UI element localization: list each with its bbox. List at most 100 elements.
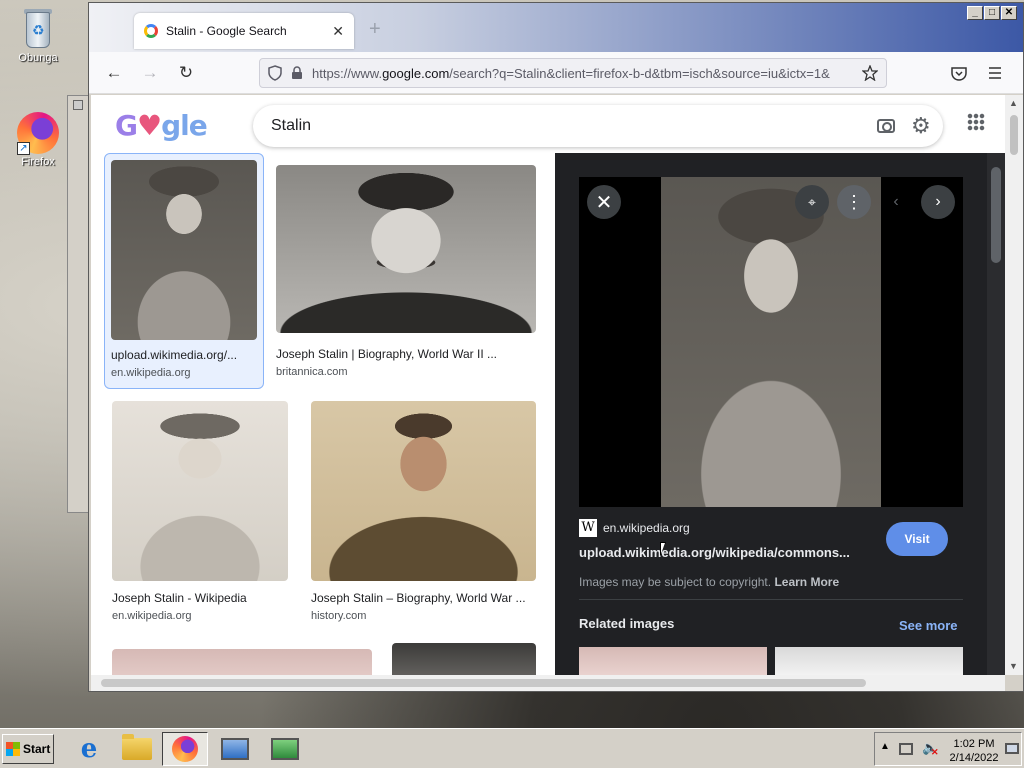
- maximize-button[interactable]: □: [984, 6, 1000, 20]
- scroll-up-icon[interactable]: ▲: [1009, 98, 1018, 108]
- result-caption[interactable]: Joseph Stalin - Wikipedia: [112, 591, 288, 605]
- desktop-icon-label: Firefox: [21, 156, 55, 168]
- bookmark-star-icon[interactable]: [862, 65, 878, 81]
- minimize-button[interactable]: _: [967, 6, 983, 20]
- result-thumbnail[interactable]: [392, 643, 536, 675]
- shortcut-arrow-icon: ↗: [17, 142, 30, 155]
- lens-search-icon[interactable]: ⌖: [795, 185, 829, 219]
- taskbar-control-panel[interactable]: [212, 732, 258, 766]
- start-button[interactable]: Start: [2, 734, 54, 764]
- image-result[interactable]: [112, 649, 372, 675]
- image-result[interactable]: Joseph Stalin - Wikipedia en.wikipedia.o…: [112, 401, 288, 622]
- result-source: britannica.com: [276, 366, 348, 378]
- more-options-button[interactable]: ⋮: [837, 185, 871, 219]
- navigation-bar: ← → ↻ https://www.google.com/search?q=St…: [89, 52, 1023, 94]
- forward-button[interactable]: →: [137, 60, 163, 86]
- preview-source-site[interactable]: W en.wikipedia.org: [579, 519, 690, 537]
- address-bar[interactable]: https://www.google.com/search?q=Stalin&c…: [259, 58, 887, 88]
- result-thumbnail[interactable]: [311, 401, 536, 581]
- preview-scrollbar[interactable]: [987, 153, 1005, 675]
- preview-title-link[interactable]: upload.wikimedia.org/wikipedia/commons..…: [579, 545, 875, 560]
- settings-gear-icon[interactable]: ⚙: [911, 113, 931, 139]
- result-source: history.com: [311, 610, 367, 622]
- windows-logo-icon: [6, 742, 20, 756]
- search-input[interactable]: Stalin: [253, 105, 943, 147]
- mouse-cursor: [660, 542, 672, 556]
- taskbar-internet-explorer[interactable]: e: [66, 732, 112, 766]
- url-text: https://www.google.com/search?q=Stalin&c…: [312, 65, 830, 81]
- scrollbar-thumb[interactable]: [101, 679, 866, 687]
- taskbar-firefox[interactable]: [162, 732, 208, 766]
- divider: [579, 599, 963, 600]
- taskbar-remote-desktop[interactable]: [262, 732, 308, 766]
- result-source: en.wikipedia.org: [111, 367, 191, 379]
- reload-button[interactable]: ↻: [173, 60, 199, 86]
- folder-icon: [122, 734, 152, 760]
- desktop-icon-firefox[interactable]: ↗ Firefox: [5, 112, 71, 168]
- network-icon[interactable]: [899, 743, 913, 755]
- pocket-icon[interactable]: [951, 66, 967, 81]
- window-close-button[interactable]: ✕: [1001, 6, 1017, 20]
- result-thumbnail[interactable]: [276, 165, 536, 333]
- result-thumbnail[interactable]: [111, 160, 257, 340]
- clock[interactable]: 1:02 PM 2/14/2022: [947, 737, 1001, 765]
- recycle-bin-icon: [21, 6, 55, 50]
- control-panel-icon: [221, 738, 249, 760]
- result-thumbnail[interactable]: [112, 401, 288, 581]
- browser-window: _ □ ✕ Stalin - Google Search ✕ + ← → ↻ h…: [88, 2, 1024, 692]
- preview-image[interactable]: [661, 177, 881, 507]
- next-image-button[interactable]: ›: [921, 185, 955, 219]
- new-tab-button[interactable]: +: [369, 18, 381, 41]
- image-result[interactable]: upload.wikimedia.org/... en.wikipedia.or…: [104, 153, 264, 389]
- preview-image-container[interactable]: ✕ ⌖ ⋮ ‹ ›: [579, 177, 963, 507]
- image-result[interactable]: [392, 643, 536, 675]
- page-vertical-scrollbar[interactable]: ▲ ▼: [1005, 95, 1023, 675]
- result-caption[interactable]: Joseph Stalin – Biography, World War ...: [311, 591, 536, 605]
- copyright-notice: Images may be subject to copyright. Lear…: [579, 575, 840, 589]
- system-tray: ▲ 🔈 ✕ 1:02 PM 2/14/2022: [874, 732, 1022, 766]
- show-desktop-monitor-icon[interactable]: [1005, 743, 1019, 754]
- related-image-thumbnail[interactable]: [775, 647, 963, 675]
- google-header: G♥gle Stalin ⚙: [91, 95, 1005, 153]
- image-results-grid: upload.wikimedia.org/... en.wikipedia.or…: [91, 153, 555, 675]
- desktop-icon-label: Obunga: [18, 52, 58, 64]
- back-button[interactable]: ←: [101, 60, 127, 86]
- tab-close-icon[interactable]: ✕: [332, 23, 344, 40]
- google-apps-icon[interactable]: [967, 113, 985, 131]
- search-query: Stalin: [271, 117, 312, 134]
- result-caption[interactable]: upload.wikimedia.org/...: [111, 348, 257, 362]
- camera-search-icon[interactable]: [877, 119, 895, 133]
- show-hidden-icons-button[interactable]: ▲: [880, 741, 890, 752]
- menu-icon[interactable]: [988, 67, 1002, 79]
- google-doodle-logo[interactable]: G♥gle: [115, 109, 208, 142]
- image-result[interactable]: Joseph Stalin | Biography, World War II …: [276, 165, 536, 378]
- previous-image-button[interactable]: ‹: [879, 185, 913, 219]
- taskbar: Start e ▲ 🔈 ✕ 1:02 PM 2/14/2022: [0, 728, 1024, 768]
- remote-desktop-icon: [271, 738, 299, 760]
- google-favicon-icon: [144, 24, 158, 38]
- mute-indicator-icon: ✕: [931, 747, 939, 757]
- learn-more-link[interactable]: Learn More: [774, 575, 839, 589]
- internet-explorer-icon: e: [80, 734, 98, 764]
- tab-google-search[interactable]: Stalin - Google Search ✕: [134, 13, 354, 49]
- related-image-thumbnail[interactable]: [579, 647, 767, 675]
- page-horizontal-scrollbar[interactable]: [91, 675, 1005, 691]
- desktop-icon-recycle-bin[interactable]: Obunga: [5, 6, 71, 64]
- see-more-link[interactable]: See more: [899, 618, 958, 633]
- shield-icon[interactable]: [268, 65, 282, 81]
- visit-button[interactable]: Visit: [886, 522, 948, 556]
- scroll-down-icon[interactable]: ▼: [1009, 661, 1018, 671]
- result-caption[interactable]: Joseph Stalin | Biography, World War II …: [276, 347, 536, 361]
- lock-icon[interactable]: [291, 66, 303, 80]
- tab-title: Stalin - Google Search: [166, 24, 287, 38]
- firefox-icon: [172, 736, 198, 762]
- preview-close-button[interactable]: ✕: [587, 185, 621, 219]
- title-bar[interactable]: _ □ ✕ Stalin - Google Search ✕ +: [89, 3, 1023, 52]
- scrollbar-thumb[interactable]: [1010, 115, 1018, 155]
- preview-site-name: en.wikipedia.org: [603, 521, 690, 535]
- result-thumbnail[interactable]: [112, 649, 372, 675]
- image-result[interactable]: Joseph Stalin – Biography, World War ...…: [311, 401, 536, 622]
- taskbar-file-explorer[interactable]: [114, 732, 160, 766]
- result-source: en.wikipedia.org: [112, 610, 192, 622]
- wikipedia-logo-icon: W: [579, 519, 597, 537]
